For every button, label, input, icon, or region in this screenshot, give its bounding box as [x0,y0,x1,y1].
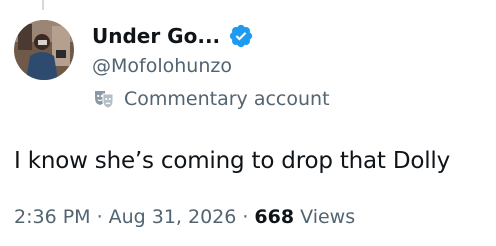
avatar-photo [14,20,74,80]
views-count[interactable]: 668 [254,206,294,228]
account-label[interactable]: Commentary account [92,87,486,111]
theater-mask-icon [92,89,116,109]
account-label-text: Commentary account [124,88,330,110]
meta-separator: · [242,206,249,228]
tweet-time[interactable]: 2:36 PM [14,206,91,228]
name-row: Under Go... [92,22,486,50]
avatar[interactable] [14,20,74,80]
verified-badge-icon[interactable] [228,23,254,49]
tweet-meta: 2:36 PM · Aug 31, 2026 · 668 Views [14,206,355,228]
thread-connector-line [42,0,44,10]
author-display-name[interactable]: Under Go... [92,24,220,48]
tweet-text: I know she’s coming to drop that Dolly [14,148,451,174]
meta-separator: · [96,206,103,228]
tweet-date[interactable]: Aug 31, 2026 [109,206,237,228]
views-label: Views [300,206,356,228]
author-handle[interactable]: @Mofolohunzo [92,53,486,79]
tweet-header: Under Go... @Mofolohunzo Commentary acco… [92,22,486,111]
